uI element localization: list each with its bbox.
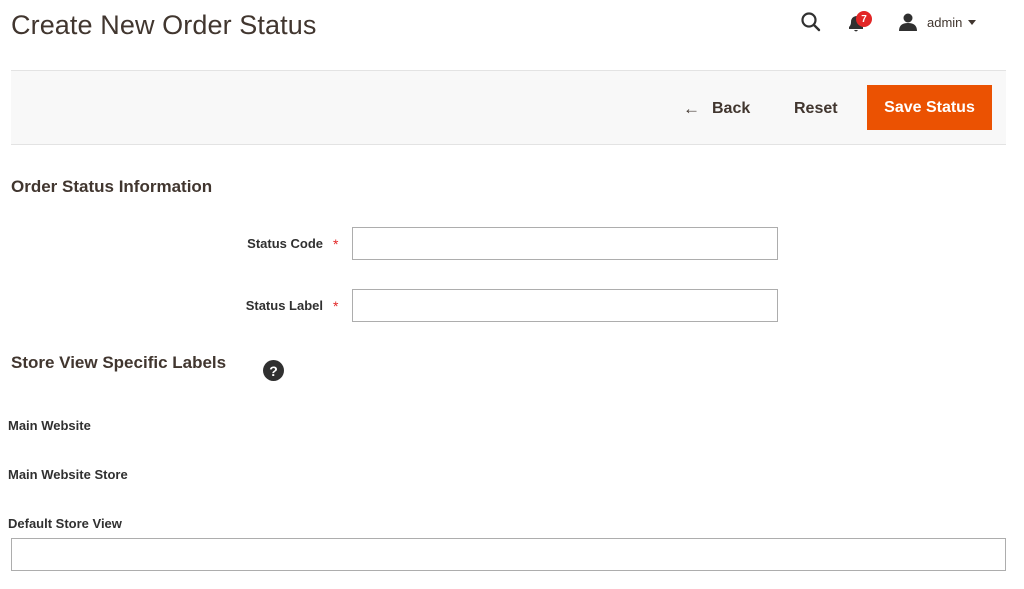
status-label-label: Status Label [245, 298, 323, 313]
required-asterisk: * [333, 298, 339, 314]
default-store-view-input[interactable] [11, 538, 1006, 571]
status-code-label: Status Code [247, 236, 323, 251]
store-view-label: Default Store View [8, 516, 122, 531]
required-asterisk: * [333, 236, 339, 252]
status-label-input[interactable] [352, 289, 778, 322]
back-button[interactable]: ← Back [683, 97, 750, 121]
user-name: admin [927, 14, 963, 30]
notification-count-badge: 7 [856, 11, 872, 27]
website-label: Main Website [8, 418, 91, 433]
save-status-button[interactable]: Save Status [867, 85, 992, 130]
user-menu[interactable]: admin [898, 10, 988, 34]
page-title: Create New Order Status [11, 10, 317, 40]
reset-button[interactable]: Reset [794, 97, 838, 121]
store-view-labels-title: Store View Specific Labels [11, 353, 227, 372]
order-status-information-title: Order Status Information [11, 177, 213, 196]
notifications-button[interactable]: 7 [846, 10, 876, 36]
page-actions-bar: ← Back Reset Save Status [11, 70, 1006, 145]
search-icon[interactable] [799, 10, 823, 34]
back-button-label: Back [712, 100, 751, 117]
store-label: Main Website Store [8, 467, 128, 482]
user-icon [899, 13, 917, 31]
chevron-down-icon [968, 19, 977, 25]
help-icon[interactable]: ? [263, 360, 284, 381]
status-code-input[interactable] [352, 227, 778, 260]
arrow-left-icon: ← [683, 99, 700, 118]
